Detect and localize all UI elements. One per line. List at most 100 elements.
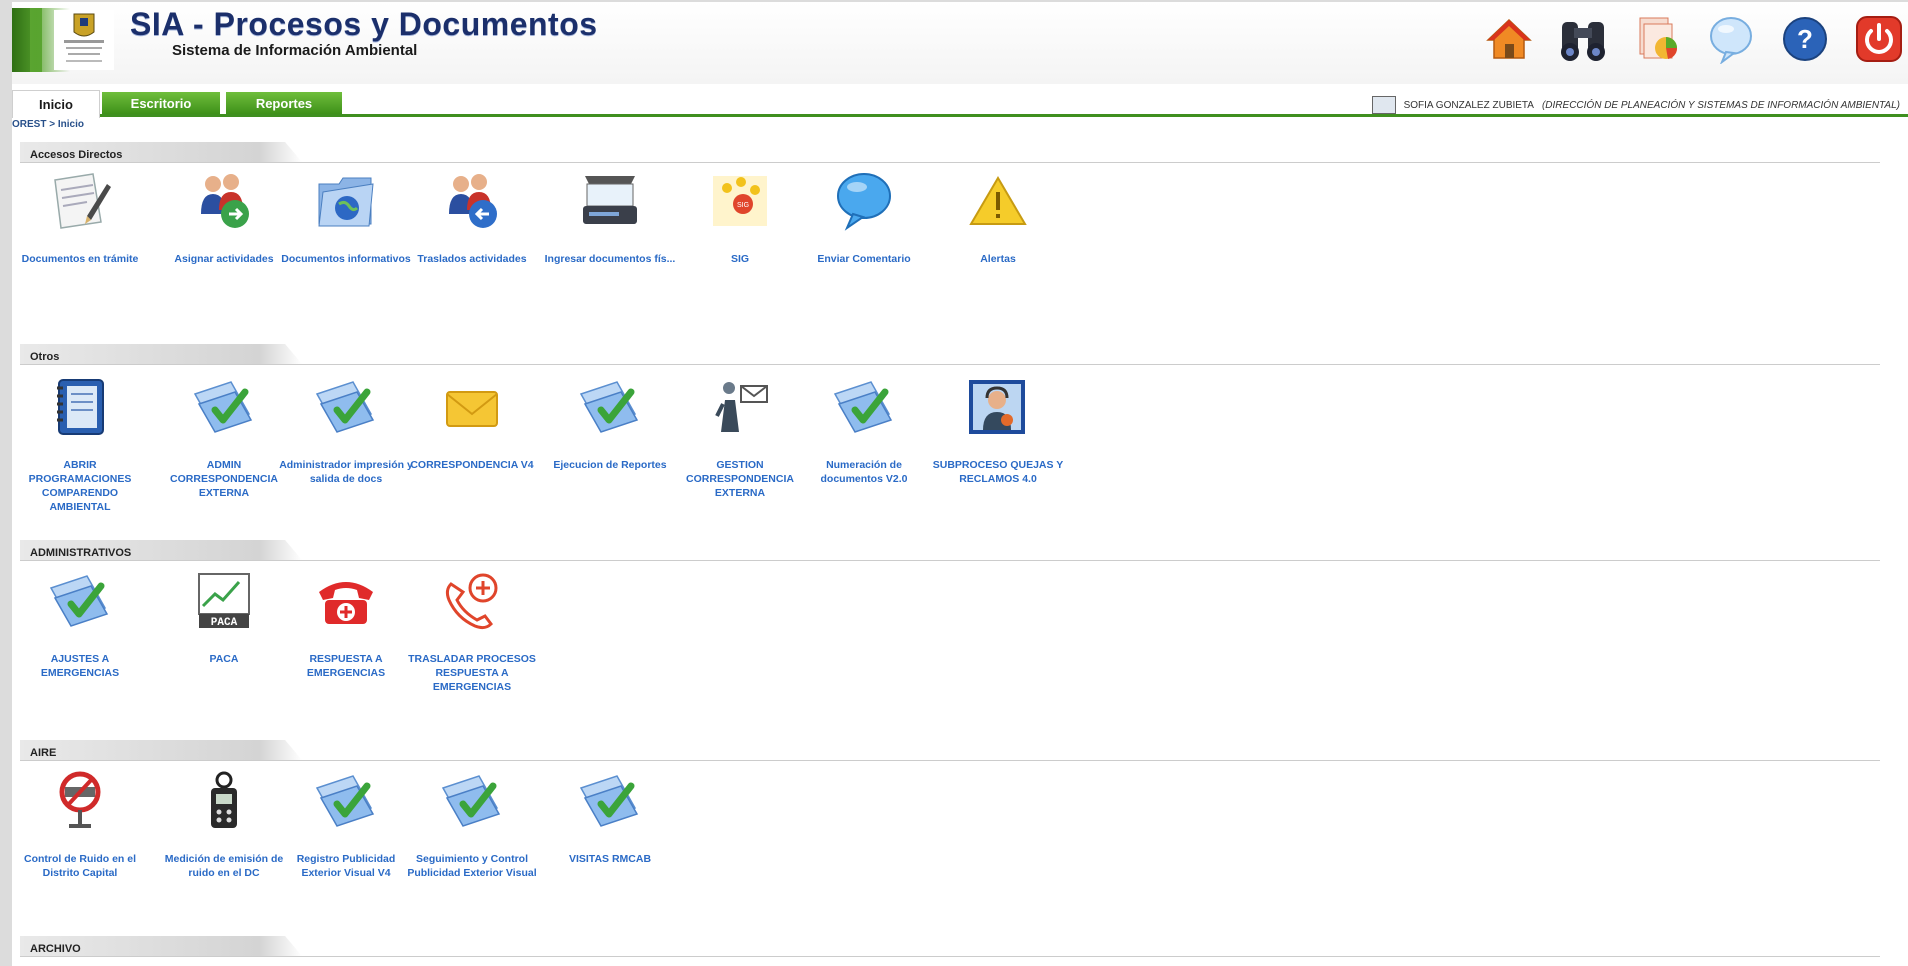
shortcut-item[interactable]: Enviar Comentario [796,168,932,266]
shortcut-item[interactable]: TRASLADAR PROCESOS RESPUESTA A EMERGENCI… [404,568,540,694]
shortcut-item[interactable]: AJUSTES A EMERGENCIAS [12,568,148,680]
mail-person-icon[interactable] [705,374,775,440]
tab-escritorio[interactable]: Escritorio [102,92,220,114]
section-header-accesos-directos: Accesos Directos [20,142,1880,164]
shortcut-label[interactable]: SUBPROCESO QUEJAS Y RECLAMOS 4.0 [930,458,1066,486]
paca-icon[interactable]: PACA [189,568,259,634]
shortcut-item[interactable]: RESPUESTA A EMERGENCIAS [278,568,414,680]
section-title: ADMINISTRATIVOS [30,547,132,559]
shortcut-item[interactable]: Medición de emisión de ruido en el DC [156,768,292,880]
checked-folder-icon[interactable] [311,768,381,834]
emergency-phone-icon[interactable] [311,568,381,634]
shortcut-label[interactable]: SIG [672,252,808,266]
shortcut-label[interactable]: Documentos en trámite [12,252,148,266]
shortcut-label[interactable]: VISITAS RMCAB [542,852,678,866]
shortcut-label[interactable]: Numeración de documentos V2.0 [796,458,932,486]
tab-reportes[interactable]: Reportes [226,92,342,114]
people-assign-icon[interactable] [189,168,259,234]
shortcut-item[interactable]: VISITAS RMCAB [542,768,678,866]
home-icon[interactable] [1482,12,1536,66]
section-title-bg: AIRE [20,740,302,760]
shortcut-item[interactable]: GESTION CORRESPONDENCIA EXTERNA [672,374,808,500]
people-transfer-icon[interactable] [437,168,507,234]
section-title-bg: Accesos Directos [20,142,302,162]
shortcut-label[interactable]: Registro Publicidad Exterior Visual V4 [278,852,414,880]
section-title: Otros [30,351,60,363]
report-chart-icon[interactable] [1630,12,1684,66]
shortcut-label[interactable]: Ingresar documentos fís... [542,252,678,266]
shortcut-label[interactable]: Documentos informativos [278,252,414,266]
breadcrumb[interactable]: OREST > Inicio [12,119,84,130]
checked-folder-icon[interactable] [829,374,899,440]
checked-folder-icon[interactable] [575,374,645,440]
shortcut-label[interactable]: ADMIN CORRESPONDENCIA EXTERNA [156,458,292,500]
shortcut-label[interactable]: GESTION CORRESPONDENCIA EXTERNA [672,458,808,500]
shortcut-label[interactable]: Enviar Comentario [796,252,932,266]
sig-icon[interactable]: SIG [705,168,775,234]
scanner-icon[interactable] [575,168,645,234]
checked-folder-icon[interactable] [45,568,115,634]
shortcut-label[interactable]: Seguimiento y Control Publicidad Exterio… [404,852,540,880]
checked-folder-icon[interactable] [575,768,645,834]
noise-sign-icon[interactable] [45,768,115,834]
chat-bubble-icon[interactable] [1704,12,1758,66]
shortcut-label[interactable]: Traslados actividades [404,252,540,266]
shortcut-item[interactable]: Control de Ruido en el Distrito Capital [12,768,148,880]
shortcut-label[interactable]: AJUSTES A EMERGENCIAS [12,652,148,680]
support-agent-icon[interactable] [963,374,1033,440]
shortcut-item[interactable]: Documentos en trámite [12,168,148,266]
shortcut-label[interactable]: TRASLADAR PROCESOS RESPUESTA A EMERGENCI… [404,652,540,694]
shortcut-item[interactable]: ADMIN CORRESPONDENCIA EXTERNA [156,374,292,500]
sound-meter-icon[interactable] [189,768,259,834]
shortcut-item[interactable]: Numeración de documentos V2.0 [796,374,932,486]
section-divider [20,760,1880,761]
shortcut-label[interactable]: Medición de emisión de ruido en el DC [156,852,292,880]
section-title-bg: ADMINISTRATIVOS [20,540,302,560]
shortcut-label[interactable]: PACA [156,652,292,666]
shortcut-label[interactable]: CORRESPONDENCIA V4 [404,458,540,472]
shortcut-label[interactable]: ABRIR PROGRAMACIONES COMPARENDO AMBIENTA… [12,458,148,514]
user-name: SOFIA GONZALEZ ZUBIETA [1403,99,1534,111]
shortcut-label[interactable]: Asignar actividades [156,252,292,266]
shortcut-item[interactable]: PACA PACA [156,568,292,666]
notebook-icon[interactable] [45,374,115,440]
phone-plus-icon[interactable] [437,568,507,634]
header: SIA - Procesos y Documentos Sistema de I… [12,2,1908,84]
shortcut-item[interactable]: Asignar actividades [156,168,292,266]
comment-bubble-icon[interactable] [829,168,899,234]
shortcut-label[interactable]: Control de Ruido en el Distrito Capital [12,852,148,880]
shortcut-item[interactable]: Alertas [930,168,1066,266]
shortcut-item[interactable]: SIG SIG [672,168,808,266]
section-title: ARCHIVO [30,943,81,955]
shortcut-item[interactable]: Administrador impresión y salida de docs [278,374,414,486]
shortcut-label[interactable]: Ejecucion de Reportes [542,458,678,472]
checked-folder-icon[interactable] [189,374,259,440]
app-title: SIA - Procesos y Documentos [130,6,598,42]
shortcut-item[interactable]: SUBPROCESO QUEJAS Y RECLAMOS 4.0 [930,374,1066,486]
shortcut-item[interactable]: Registro Publicidad Exterior Visual V4 [278,768,414,880]
shortcut-item[interactable]: Ejecucion de Reportes [542,374,678,472]
shortcut-item[interactable]: Documentos informativos [278,168,414,266]
help-icon[interactable]: ? [1778,12,1832,66]
checked-folder-icon[interactable] [437,768,507,834]
app-window: SIA - Procesos y Documentos Sistema de I… [12,2,1908,966]
shortcut-item[interactable]: Ingresar documentos fís... [542,168,678,266]
document-pen-icon[interactable] [45,168,115,234]
shortcut-item[interactable]: ABRIR PROGRAMACIONES COMPARENDO AMBIENTA… [12,374,148,514]
tab-inicio[interactable]: Inicio [12,90,100,118]
shortcut-label[interactable]: Administrador impresión y salida de docs [278,458,414,486]
shortcut-item[interactable]: Seguimiento y Control Publicidad Exterio… [404,768,540,880]
section-header-administrativos: ADMINISTRATIVOS [20,540,1880,562]
envelope-icon[interactable] [437,374,507,440]
checked-folder-icon[interactable] [311,374,381,440]
section-title: Accesos Directos [30,149,123,161]
shortcut-item[interactable]: CORRESPONDENCIA V4 [404,374,540,472]
shortcut-label[interactable]: RESPUESTA A EMERGENCIAS [278,652,414,680]
binoculars-icon[interactable] [1556,12,1610,66]
power-icon[interactable] [1852,12,1906,66]
folder-globe-icon[interactable] [311,168,381,234]
shortcut-label[interactable]: Alertas [930,252,1066,266]
shortcut-item[interactable]: Traslados actividades [404,168,540,266]
user-department: (DIRECCIÓN DE PLANEACIÓN Y SISTEMAS DE I… [1541,99,1900,111]
warning-icon[interactable] [963,168,1033,234]
